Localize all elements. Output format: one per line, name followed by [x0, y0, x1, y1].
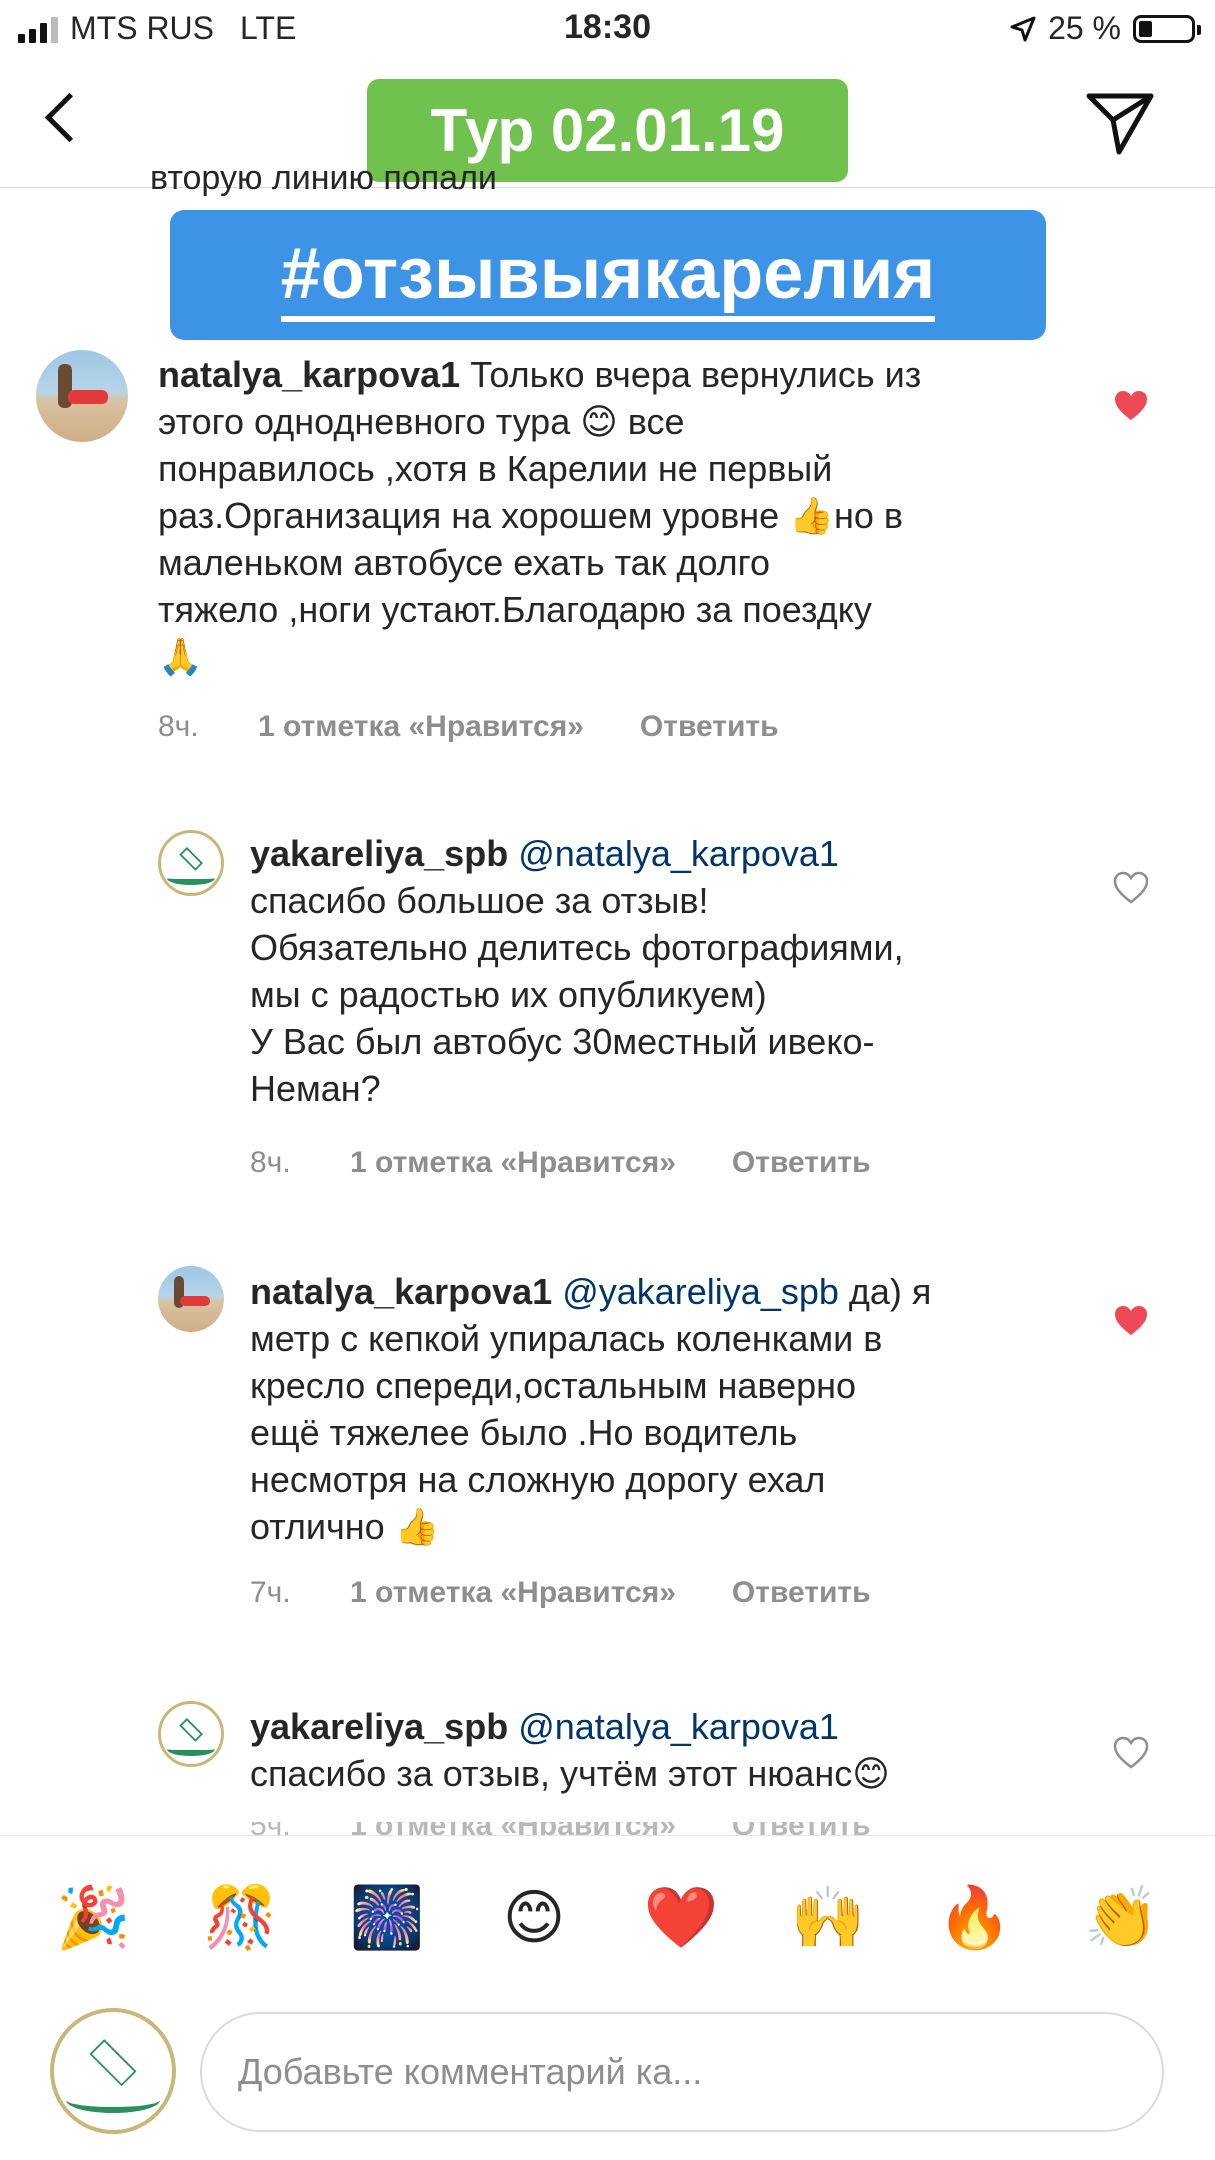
comment-username[interactable]: natalya_karpova1 [158, 354, 460, 395]
avatar[interactable] [158, 1701, 224, 1767]
comment-meta: 7ч. 1 отметка «Нравится» Ответить [250, 1576, 871, 1610]
avatar[interactable] [158, 830, 224, 896]
comment-reply-item: natalya_karpova1 @yakareliya_spb да) я м… [0, 1258, 1215, 1638]
comment-line: ещё тяжелее было .Но водитель [250, 1412, 798, 1453]
reply-button[interactable]: Ответить [732, 1146, 871, 1180]
battery-icon [1133, 14, 1201, 43]
comment-time: 5ч. [250, 1822, 350, 1836]
direct-send-icon[interactable] [1085, 90, 1155, 156]
comment-composer: Добавьте комментарий ка... [0, 2000, 1215, 2140]
comment-meta: 8ч. 1 отметка «Нравится» Ответить [250, 1146, 871, 1180]
heart-outline-icon[interactable] [1113, 1735, 1149, 1771]
status-right: 25 % [1010, 10, 1201, 47]
comment-time: 8ч. [250, 1146, 291, 1179]
comment-username[interactable]: natalya_karpova1 [250, 1271, 552, 1312]
comment-body: natalya_karpova1 Только вчера вернулись … [158, 351, 1058, 680]
battery-percent: 25 % [1048, 10, 1121, 46]
likes-count[interactable]: 1 отметка «Нравится» [350, 1146, 676, 1180]
raised-hands-emoji-button[interactable]: 🙌 [788, 1878, 868, 1958]
likes-count[interactable]: 1 отметка «Нравится» [350, 1576, 676, 1610]
comment-line: У Вас был автобус 30местный ивеко- [250, 1021, 875, 1062]
comment-line: да) я [848, 1271, 932, 1312]
comment-mention[interactable]: @natalya_karpova1 [518, 1706, 839, 1747]
comment-username[interactable]: yakareliya_spb [250, 833, 508, 874]
comment-body: yakareliya_spb @natalya_karpova1 спасибо… [250, 1703, 1070, 1797]
liked-heart-icon[interactable] [1113, 388, 1149, 424]
comment-reply-item: yakareliya_spb @natalya_karpova1 спасибо… [0, 1693, 1215, 1833]
avatar[interactable] [158, 1266, 224, 1332]
clapping-emoji-button[interactable]: 👏 [1082, 1878, 1162, 1958]
location-arrow-icon [1010, 16, 1036, 41]
party-popper-emoji-button[interactable]: 🎉 [53, 1878, 133, 1958]
comment-username[interactable]: yakareliya_spb [250, 1706, 508, 1747]
avatar[interactable] [36, 350, 128, 442]
comment-line: маленьком автобусе ехать так долго [158, 542, 771, 583]
reply-button: Ответить [732, 1822, 871, 1836]
status-bar: MTS RUS LTE 18:30 25 % [0, 0, 1215, 62]
comment-meta-partial: 5ч.1 отметка «Нравится» Ответить [250, 1822, 871, 1836]
reply-button[interactable]: Ответить [640, 710, 779, 744]
quick-emoji-bar: 🎉 🎊 🎆 😊 ❤️ 🙌 🔥 👏 [0, 1868, 1215, 1968]
back-arrow-icon[interactable] [44, 92, 95, 143]
comment-line: раз.Организация на хорошем уровне 👍но в [158, 495, 904, 536]
liked-heart-icon[interactable] [1113, 1303, 1149, 1339]
comment-line: метр с кепкой упиралась коленками в [250, 1318, 883, 1359]
comment-line: Обязательно делитесь фотографиями, [250, 927, 904, 968]
smile-emoji-button[interactable]: 😊 [494, 1878, 574, 1958]
comment-body: natalya_karpova1 @yakareliya_spb да) я м… [250, 1268, 1050, 1550]
comment-mention[interactable]: @natalya_karpova1 [518, 833, 839, 874]
comment-input[interactable]: Добавьте комментарий ка... [200, 2012, 1164, 2132]
hashtag-banner[interactable]: #отзывыякарелия [170, 210, 1046, 340]
comment-line: несмотря на сложную дорогу ехал [250, 1459, 826, 1500]
comment-line: отлично 👍 [250, 1506, 440, 1547]
comment-item: natalya_karpova1 Только вчера вернулись … [0, 340, 1215, 760]
fireworks-emoji-button[interactable]: 🎆 [347, 1878, 427, 1958]
comment-reply-item: yakareliya_spb @natalya_karpova1 спасибо… [0, 820, 1215, 1200]
reply-button[interactable]: Ответить [732, 1576, 871, 1610]
comment-time: 7ч. [250, 1576, 291, 1609]
comment-line: понравилось ,хотя в Карелии не первый [158, 448, 833, 489]
comment-line: спасибо за отзыв, учтём этот нюанс😊 [250, 1753, 890, 1794]
likes-count: 1 отметка «Нравится» [350, 1822, 676, 1836]
fire-emoji-button[interactable]: 🔥 [935, 1878, 1015, 1958]
comment-line: Неман? [250, 1068, 381, 1109]
hashtag-text[interactable]: #отзывыякарелия [280, 234, 936, 322]
comment-line: этого однодневного тура 😊 все [158, 401, 685, 442]
comment-line: 🙏 [158, 636, 203, 677]
comment-mention[interactable]: @yakareliya_spb [562, 1271, 839, 1312]
red-heart-emoji-button[interactable]: ❤️ [641, 1878, 721, 1958]
comment-body: yakareliya_spb @natalya_karpova1 спасибо… [250, 830, 1050, 1112]
likes-count[interactable]: 1 отметка «Нравится» [258, 710, 584, 744]
confetti-emoji-button[interactable]: 🎊 [200, 1878, 280, 1958]
previous-comment-fragment: вторую линию попали [150, 168, 497, 196]
divider [0, 1835, 1215, 1836]
comment-time: 8ч. [158, 710, 199, 743]
comment-line: кресло спереди,остальным наверно [250, 1365, 857, 1406]
my-avatar [50, 2008, 176, 2134]
tour-title-badge: Тур 02.01.19 [367, 79, 848, 182]
heart-outline-icon[interactable] [1113, 870, 1149, 906]
comment-line: Только вчера вернулись из [470, 354, 922, 395]
comment-line: мы с радостью их опубликуем) [250, 974, 767, 1015]
comment-line: тяжело ,ноги устают.Благодарю за поездку [158, 589, 872, 630]
comment-meta: 8ч. 1 отметка «Нравится» Ответить [158, 710, 779, 744]
comment-line: спасибо большое за отзыв! [250, 880, 709, 921]
